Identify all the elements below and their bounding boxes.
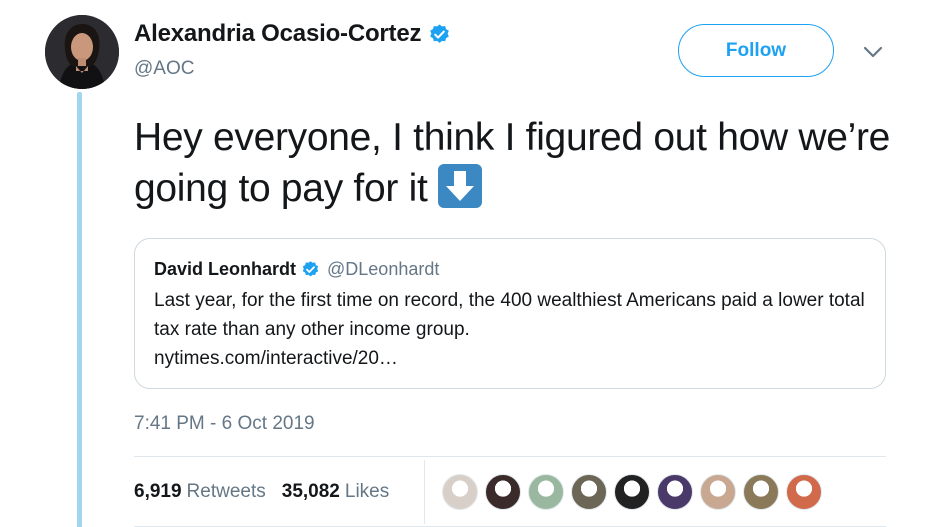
down-arrow-emoji-icon bbox=[438, 164, 483, 208]
author-name[interactable]: Alexandria Ocasio-Cortez bbox=[134, 20, 421, 48]
tweet-text-content: Hey everyone, I think I figured out how … bbox=[134, 116, 891, 210]
tweet-text: Hey everyone, I think I figured out how … bbox=[134, 112, 894, 214]
liker-avatar-4[interactable] bbox=[571, 474, 607, 510]
liker-avatar-2[interactable] bbox=[485, 474, 521, 510]
liker-avatar-3[interactable] bbox=[528, 474, 564, 510]
quoted-tweet-text: Last year, for the first time on record,… bbox=[154, 286, 866, 373]
verified-badge-icon bbox=[302, 261, 319, 277]
liker-avatar-8[interactable] bbox=[743, 474, 779, 510]
divider bbox=[134, 456, 886, 457]
author-handle[interactable]: @AOC bbox=[134, 58, 451, 80]
liker-avatars bbox=[442, 474, 829, 510]
retweets-count: 6,919 bbox=[134, 481, 182, 502]
likes-count: 35,082 bbox=[281, 481, 340, 502]
verified-badge-icon bbox=[430, 23, 450, 43]
retweets-stat[interactable]: 6,919 Retweets bbox=[134, 481, 266, 503]
author-block: Alexandria Ocasio-Cortez @AOC bbox=[134, 20, 451, 80]
quoted-tweet-link[interactable]: nytimes.com/interactive/20… bbox=[154, 348, 398, 369]
follow-button[interactable]: Follow bbox=[678, 24, 834, 77]
author-avatar-image bbox=[45, 15, 119, 89]
quoted-author-handle: @DLeonhardt bbox=[327, 259, 440, 279]
author-avatar[interactable] bbox=[45, 15, 119, 89]
likes-label: Likes bbox=[344, 481, 390, 502]
chevron-down-icon[interactable] bbox=[862, 43, 884, 61]
tweet-timestamp[interactable]: 7:41 PM - 6 Oct 2019 bbox=[134, 413, 315, 435]
liker-avatar-1[interactable] bbox=[442, 474, 478, 510]
liker-avatar-5[interactable] bbox=[614, 474, 650, 510]
engagement-stats: 6,919 Retweets 35,082 Likes bbox=[134, 481, 389, 503]
quoted-author-name: David Leonhardt bbox=[154, 259, 297, 279]
liker-avatar-6[interactable] bbox=[657, 474, 693, 510]
thread-line bbox=[77, 92, 82, 527]
liker-avatar-7[interactable] bbox=[700, 474, 736, 510]
likes-stat[interactable]: 35,082 Likes bbox=[282, 481, 389, 503]
liker-avatar-9[interactable] bbox=[786, 474, 822, 510]
retweets-label: Retweets bbox=[186, 481, 266, 502]
quoted-tweet-body: Last year, for the first time on record,… bbox=[154, 290, 865, 340]
stats-separator bbox=[424, 460, 425, 524]
quoted-tweet-card[interactable]: David Leonhardt @DLeonhardt Last year, f… bbox=[134, 238, 886, 389]
